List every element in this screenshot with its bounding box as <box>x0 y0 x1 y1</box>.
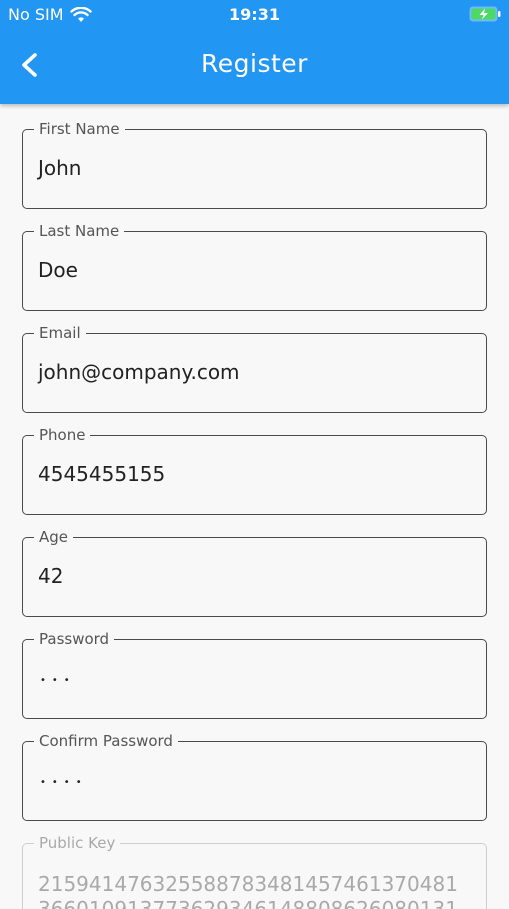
phone-field[interactable]: Phone 4545455155 <box>22 425 487 515</box>
phone-label: Phone <box>34 425 91 445</box>
battery-charging-icon <box>469 6 501 22</box>
clock: 19:31 <box>229 5 280 24</box>
email-label: Email <box>34 323 86 343</box>
register-form: First Name John Last Name Doe Email john… <box>0 104 509 909</box>
last-name-label: Last Name <box>34 221 125 241</box>
first-name-value: John <box>38 156 82 180</box>
confirm-password-label: Confirm Password <box>34 731 178 751</box>
public-key-label: Public Key <box>34 833 121 853</box>
password-masked-value: ••• <box>40 675 76 686</box>
password-label: Password <box>34 629 115 649</box>
page-title: Register <box>201 49 308 78</box>
email-field[interactable]: Email john@company.com <box>22 323 487 413</box>
public-key-value-line-2: 366010913773629346148808626080131 <box>38 897 458 909</box>
first-name-field[interactable]: First Name John <box>22 119 487 209</box>
confirm-password-field[interactable]: Confirm Password •••• <box>22 731 487 821</box>
password-field[interactable]: Password ••• <box>22 629 487 719</box>
public-key-value-line-1: 215941476325588783481457461370481 <box>38 872 458 896</box>
age-field[interactable]: Age 42 <box>22 527 487 617</box>
age-value: 42 <box>38 564 64 588</box>
app-bar: No SIM 19:31 Register <box>0 0 509 104</box>
last-name-field[interactable]: Last Name Doe <box>22 221 487 311</box>
confirm-password-masked-value: •••• <box>40 777 88 788</box>
public-key-field: Public Key 21594147632558878348145746137… <box>22 833 487 909</box>
phone-value: 4545455155 <box>38 462 166 486</box>
email-value: john@company.com <box>38 360 240 384</box>
status-bar: No SIM 19:31 <box>0 0 509 30</box>
last-name-value: Doe <box>38 258 78 282</box>
first-name-label: First Name <box>34 119 125 139</box>
age-label: Age <box>34 527 74 547</box>
